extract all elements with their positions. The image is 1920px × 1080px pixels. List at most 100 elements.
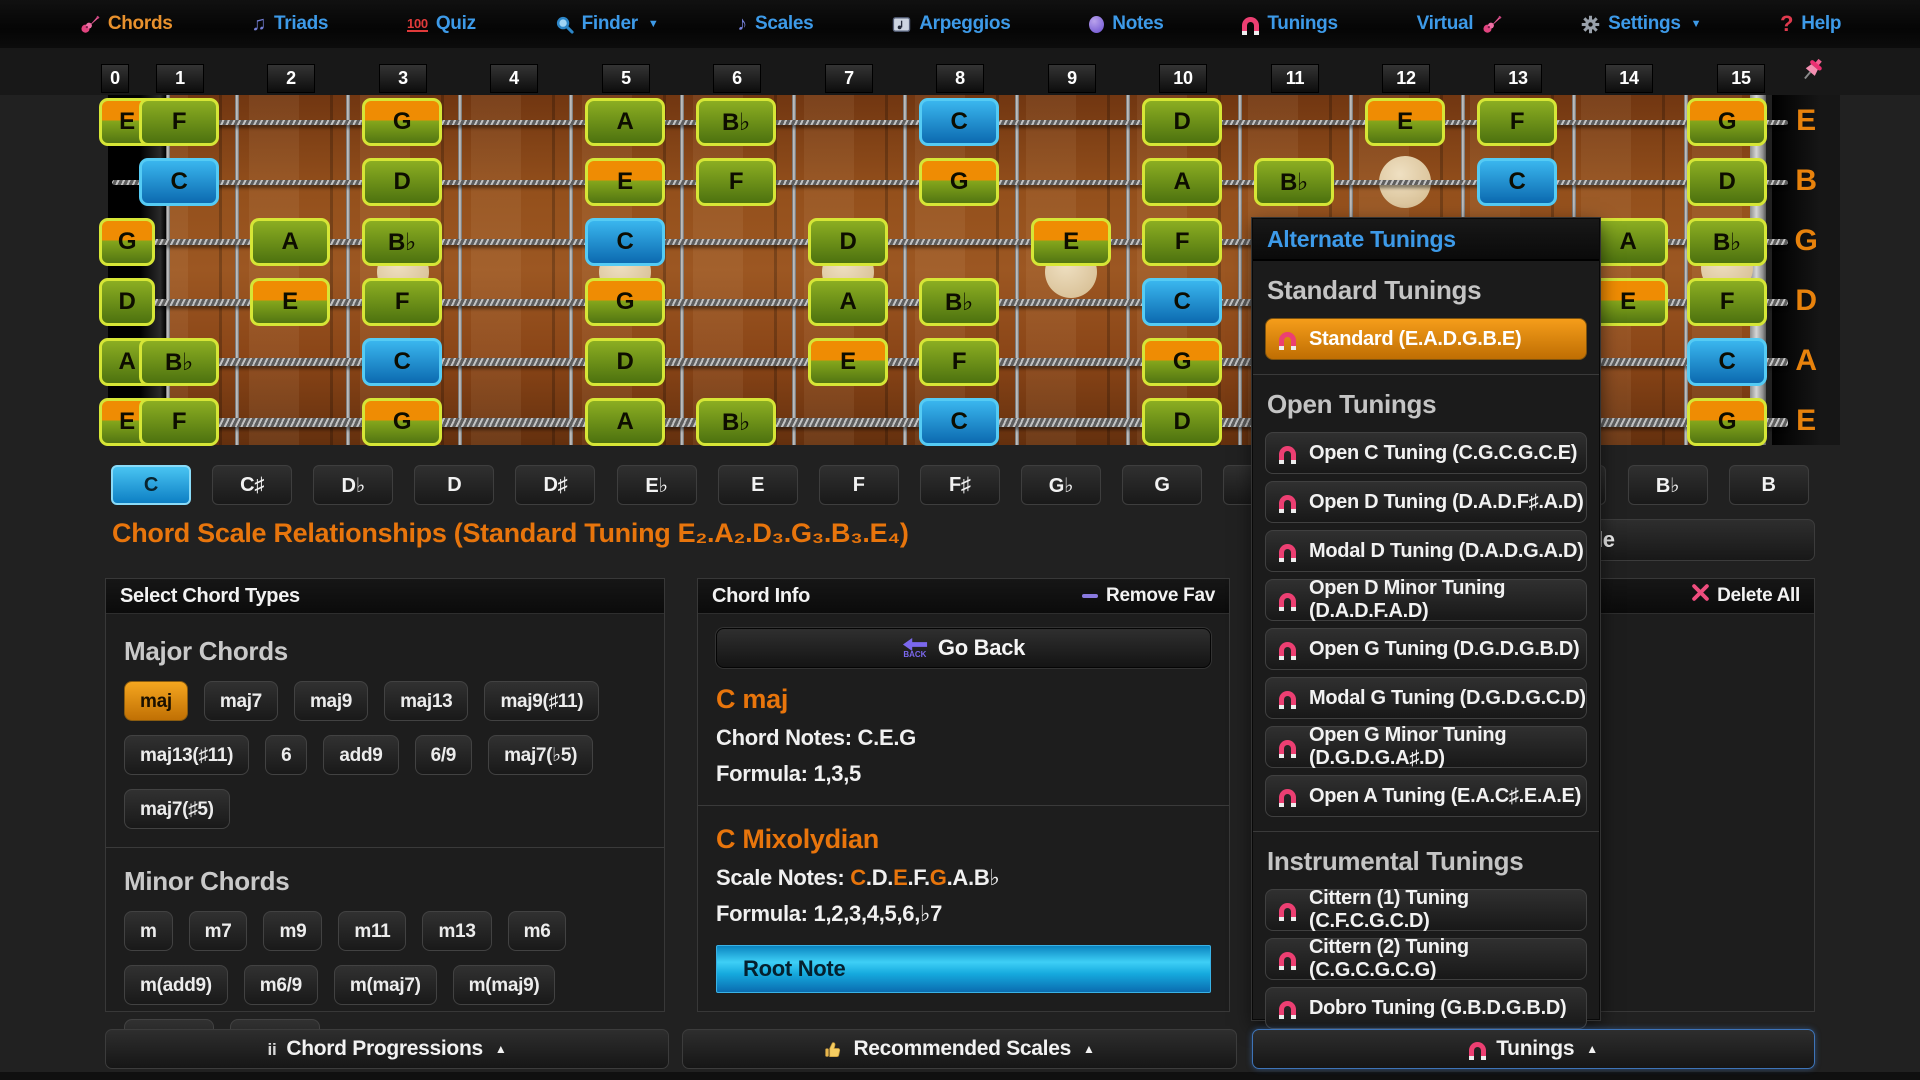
nav-item-settings[interactable]: Settings▼ bbox=[1581, 13, 1701, 35]
fretboard-note-G-f5[interactable]: G bbox=[585, 278, 665, 326]
note-button-D♯[interactable]: D♯ bbox=[515, 465, 595, 505]
chord-type-maj9[interactable]: maj9 bbox=[294, 681, 368, 721]
nav-item-arpeggios[interactable]: Arpeggios bbox=[892, 13, 1010, 35]
chord-type-maj7[interactable]: maj7 bbox=[204, 681, 278, 721]
fretboard-note-C-f5[interactable]: C bbox=[585, 218, 665, 266]
fretboard-note-A-f10[interactable]: A bbox=[1142, 158, 1222, 206]
chord-type-m[interactable]: m bbox=[124, 911, 173, 951]
fretboard-note-G-f15[interactable]: G bbox=[1687, 98, 1767, 146]
fretboard-note-F-f8[interactable]: F bbox=[919, 338, 999, 386]
note-button-F♯[interactable]: F♯ bbox=[920, 465, 1000, 505]
fretboard-note-F-f6[interactable]: F bbox=[696, 158, 776, 206]
tuning-item[interactable]: Modal G Tuning (D.G.D.G.C.D) bbox=[1265, 677, 1587, 719]
fretboard-note-C-f3[interactable]: C bbox=[362, 338, 442, 386]
go-back-button[interactable]: BACK Go Back bbox=[716, 628, 1211, 668]
note-button-E[interactable]: E bbox=[718, 465, 798, 505]
chord-type-m6/9[interactable]: m6/9 bbox=[244, 965, 318, 1005]
bottom-button-recommended-scales[interactable]: Recommended Scales▲ bbox=[682, 1029, 1237, 1069]
chord-type-m(add9)[interactable]: m(add9) bbox=[124, 965, 228, 1005]
fretboard-note-B♭-f3[interactable]: B♭ bbox=[362, 218, 442, 266]
fretboard-note-G-f0[interactable]: G bbox=[99, 218, 155, 266]
fretboard-note-A-f7[interactable]: A bbox=[808, 278, 888, 326]
nav-item-finder[interactable]: Finder▼ bbox=[555, 13, 659, 35]
fretboard-note-B♭-f11[interactable]: B♭ bbox=[1254, 158, 1334, 206]
tuning-item[interactable]: Standard (E.A.D.G.B.E) bbox=[1265, 318, 1587, 360]
chord-type-m7[interactable]: m7 bbox=[189, 911, 248, 951]
nav-item-scales[interactable]: ♪Scales bbox=[737, 13, 813, 35]
chord-type-m(maj7)[interactable]: m(maj7) bbox=[334, 965, 437, 1005]
fretboard-note-F-f13[interactable]: F bbox=[1477, 98, 1557, 146]
fretboard-note-D-f10[interactable]: D bbox=[1142, 398, 1222, 446]
note-button-G[interactable]: G bbox=[1122, 465, 1202, 505]
chord-type-m(maj9)[interactable]: m(maj9) bbox=[453, 965, 556, 1005]
chord-type-maj13[interactable]: maj13 bbox=[384, 681, 468, 721]
fretboard-note-G-f8[interactable]: G bbox=[919, 158, 999, 206]
fretboard-note-D-f15[interactable]: D bbox=[1687, 158, 1767, 206]
chord-type-maj9(♯11)[interactable]: maj9(♯11) bbox=[484, 681, 599, 721]
chord-type-m6[interactable]: m6 bbox=[508, 911, 567, 951]
fretboard-note-E-f5[interactable]: E bbox=[585, 158, 665, 206]
tuning-item[interactable]: Open D Tuning (D.A.D.F♯.A.D) bbox=[1265, 481, 1587, 523]
bottom-button-chord-progressions[interactable]: iiChord Progressions▲ bbox=[105, 1029, 669, 1069]
fretboard-note-D-f5[interactable]: D bbox=[585, 338, 665, 386]
chord-type-maj7(♭5)[interactable]: maj7(♭5) bbox=[488, 735, 593, 775]
chord-type-m11[interactable]: m11 bbox=[338, 911, 406, 951]
nav-item-triads[interactable]: ♫Triads bbox=[251, 13, 328, 35]
note-button-G♭[interactable]: G♭ bbox=[1021, 465, 1101, 505]
nav-item-tunings[interactable]: Tunings bbox=[1242, 13, 1337, 35]
chord-type-6/9[interactable]: 6/9 bbox=[415, 735, 473, 775]
fretboard-note-E-f12[interactable]: E bbox=[1365, 98, 1445, 146]
tuning-item[interactable]: Open C Tuning (C.G.C.G.C.E) bbox=[1265, 432, 1587, 474]
tuning-item[interactable]: Dobro Tuning (G.B.D.G.B.D) bbox=[1265, 987, 1587, 1029]
fretboard-note-C-f8[interactable]: C bbox=[919, 398, 999, 446]
fretboard-note-A-f14[interactable]: A bbox=[1588, 218, 1668, 266]
remove-fav-button[interactable]: Remove Fav bbox=[1082, 579, 1215, 613]
fretboard-note-C-f13[interactable]: C bbox=[1477, 158, 1557, 206]
note-button-E♭[interactable]: E♭ bbox=[617, 465, 697, 505]
fretboard-note-D-f3[interactable]: D bbox=[362, 158, 442, 206]
chord-type-6[interactable]: 6 bbox=[265, 735, 307, 775]
fretboard-note-G-f3[interactable]: G bbox=[362, 98, 442, 146]
delete-all-button[interactable]: Delete All bbox=[1692, 579, 1800, 613]
fretboard-note-E-f2[interactable]: E bbox=[250, 278, 330, 326]
note-button-C[interactable]: C bbox=[111, 465, 191, 505]
fretboard-note-G-f3[interactable]: G bbox=[362, 398, 442, 446]
fretboard-note-D-f10[interactable]: D bbox=[1142, 98, 1222, 146]
note-button-D[interactable]: D bbox=[414, 465, 494, 505]
chord-type-maj13(♯11)[interactable]: maj13(♯11) bbox=[124, 735, 249, 775]
fretboard-note-G-f15[interactable]: G bbox=[1687, 398, 1767, 446]
tuning-item[interactable]: Open D Minor Tuning (D.A.D.F.A.D) bbox=[1265, 579, 1587, 621]
bottom-button-tunings[interactable]: Tunings▲ bbox=[1252, 1029, 1815, 1069]
nav-item-notes[interactable]: Notes bbox=[1089, 13, 1163, 35]
chord-type-m9[interactable]: m9 bbox=[263, 911, 322, 951]
fretboard-note-C-f15[interactable]: C bbox=[1687, 338, 1767, 386]
note-button-F[interactable]: F bbox=[819, 465, 899, 505]
tuning-item[interactable]: Open A Tuning (E.A.C♯.E.A.E) bbox=[1265, 775, 1587, 817]
fretboard-note-F-f1[interactable]: F bbox=[139, 398, 219, 446]
nav-item-virtual[interactable]: Virtual bbox=[1417, 13, 1503, 35]
fretboard-note-E-f14[interactable]: E bbox=[1588, 278, 1668, 326]
fretboard-note-A-f5[interactable]: A bbox=[585, 398, 665, 446]
pin-icon[interactable] bbox=[1796, 54, 1828, 86]
fretboard-note-F-f3[interactable]: F bbox=[362, 278, 442, 326]
fretboard-note-B♭-f6[interactable]: B♭ bbox=[696, 98, 776, 146]
note-button-C♯[interactable]: C♯ bbox=[212, 465, 292, 505]
fretboard-note-E-f7[interactable]: E bbox=[808, 338, 888, 386]
fretboard-note-B♭-f15[interactable]: B♭ bbox=[1687, 218, 1767, 266]
fretboard-note-C-f1[interactable]: C bbox=[139, 158, 219, 206]
chord-type-m13[interactable]: m13 bbox=[422, 911, 491, 951]
note-button-B♭[interactable]: B♭ bbox=[1628, 465, 1708, 505]
tuning-item[interactable]: Modal D Tuning (D.A.D.G.A.D) bbox=[1265, 530, 1587, 572]
nav-item-help[interactable]: ?Help bbox=[1780, 13, 1841, 35]
fretboard-note-G-f10[interactable]: G bbox=[1142, 338, 1222, 386]
fretboard-note-C-f8[interactable]: C bbox=[919, 98, 999, 146]
fretboard-note-B♭-f1[interactable]: B♭ bbox=[139, 338, 219, 386]
fretboard-note-A-f5[interactable]: A bbox=[585, 98, 665, 146]
fretboard-note-D-f0[interactable]: D bbox=[99, 278, 155, 326]
fretboard-note-B♭-f6[interactable]: B♭ bbox=[696, 398, 776, 446]
fretboard-note-F-f15[interactable]: F bbox=[1687, 278, 1767, 326]
tuning-item[interactable]: Open G Minor Tuning (D.G.D.G.A♯.D) bbox=[1265, 726, 1587, 768]
nav-item-quiz[interactable]: 100Quiz bbox=[407, 13, 476, 35]
fretboard-note-E-f9[interactable]: E bbox=[1031, 218, 1111, 266]
tuning-item[interactable]: Cittern (1) Tuning (C.F.C.G.C.D) bbox=[1265, 889, 1587, 931]
